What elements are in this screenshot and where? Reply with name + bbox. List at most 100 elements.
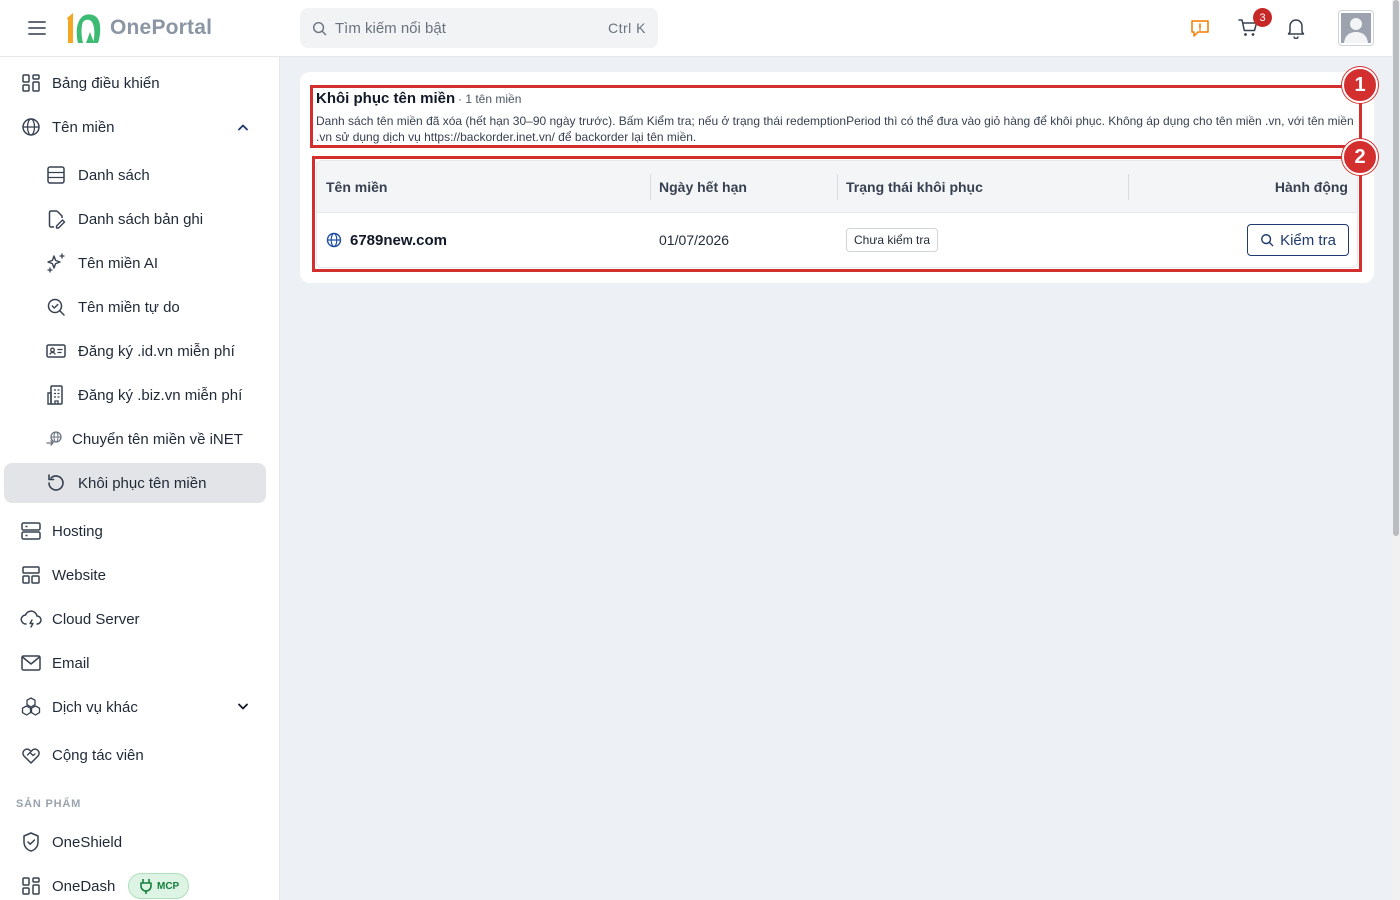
transfer-icon — [44, 428, 64, 450]
sidebar-item-label: Danh sách bản ghi — [78, 210, 204, 228]
sidebar-item-hosting[interactable]: Hosting — [4, 511, 266, 551]
sidebar-item-label: Dịch vụ khác — [52, 698, 138, 716]
column-divider — [1128, 174, 1129, 200]
global-search[interactable]: Ctrl K — [300, 8, 658, 48]
sidebar-item-label: Website — [52, 566, 106, 584]
page-description: Danh sách tên miền đã xóa (hết hạn 30–90… — [316, 114, 1354, 144]
file-edit-icon — [45, 208, 67, 230]
server-icon — [20, 520, 42, 542]
user-avatar[interactable] — [1338, 10, 1374, 46]
sidebar-item-label: Email — [52, 654, 90, 672]
chevron-down-icon — [236, 700, 250, 714]
sidebar-item-label: Cộng tác viên — [52, 746, 144, 764]
building-icon — [45, 384, 67, 406]
table-row: 6789new.com 01/07/2026 Chưa kiểm tra Kiể… — [317, 213, 1357, 267]
sidebar-item-label: Hosting — [52, 522, 103, 540]
table-header: Tên miền Ngày hết hạn Trạng thái khôi ph… — [317, 161, 1357, 213]
column-header-domain: Tên miền — [326, 179, 388, 195]
section-label-products: SẢN PHẨM — [16, 798, 82, 810]
page-scrollbar[interactable] — [1392, 0, 1400, 900]
column-divider — [650, 174, 651, 200]
cart-count-badge: 3 — [1253, 8, 1272, 27]
sidebar-item-domains[interactable]: Tên miền — [4, 107, 266, 147]
sidebar: Bảng điều khiển Tên miền Danh sách Danh … — [0, 57, 280, 900]
domain-name: 6789new.com — [350, 231, 447, 249]
sparkles-icon — [45, 252, 67, 274]
sidebar-item-register-biz-vn[interactable]: Đăng ký .biz.vn miễn phí — [4, 375, 266, 415]
sidebar-item-label: Chuyển tên miền về iNET — [72, 430, 243, 448]
check-button[interactable]: Kiểm tra — [1247, 224, 1349, 256]
sidebar-item-other-services[interactable]: Dịch vụ khác — [4, 687, 266, 727]
search-input[interactable] — [335, 19, 608, 37]
top-header: OnePortal Ctrl K 3 — [0, 0, 1400, 57]
search-shortcut-hint: Ctrl K — [608, 20, 646, 36]
sidebar-item-label: OneShield — [52, 833, 123, 851]
logo-text: OnePortal — [110, 16, 213, 39]
domain-count: · 1 tên miền — [458, 92, 522, 106]
domain-cell: 6789new.com — [326, 213, 447, 267]
chevron-up-icon — [236, 120, 250, 134]
sidebar-item-domain-list[interactable]: Danh sách — [4, 155, 266, 195]
restore-icon — [45, 472, 67, 494]
column-header-action: Hành động — [1274, 179, 1348, 195]
scrollbar-thumb[interactable] — [1393, 0, 1399, 536]
feedback-icon[interactable] — [1186, 14, 1214, 42]
user-silhouette-icon — [1341, 13, 1371, 43]
sidebar-item-register-id-vn[interactable]: Đăng ký .id.vn miễn phí — [4, 331, 266, 371]
column-divider — [837, 174, 838, 200]
sidebar-item-dashboard[interactable]: Bảng điều khiển — [4, 63, 266, 103]
sidebar-item-label: Khôi phục tên miền — [78, 474, 207, 492]
sidebar-item-dns-records[interactable]: Danh sách bản ghi — [4, 199, 266, 239]
list-icon — [45, 164, 67, 186]
sidebar-item-transfer-domain[interactable]: Chuyển tên miền về iNET — [4, 419, 266, 459]
restore-domain-card: Khôi phục tên miền · 1 tên miền Danh sác… — [300, 72, 1374, 283]
expiry-date: 01/07/2026 — [659, 232, 730, 248]
restore-domain-table: Tên miền Ngày hết hạn Trạng thái khôi ph… — [316, 160, 1358, 268]
column-header-restore-status: Trạng thái khôi phục — [846, 179, 983, 195]
search-check-icon — [45, 296, 67, 318]
sidebar-item-label: Cloud Server — [52, 610, 140, 628]
sidebar-item-email[interactable]: Email — [4, 643, 266, 683]
plug-icon — [140, 879, 152, 894]
mcp-badge: MCP — [128, 873, 189, 899]
sidebar-item-oneshield[interactable]: OneShield — [4, 822, 266, 862]
sidebar-item-label: Danh sách — [78, 166, 150, 184]
sidebar-item-label: OneDash — [52, 877, 116, 895]
cart-icon[interactable]: 3 — [1234, 8, 1272, 42]
globe-icon — [326, 232, 342, 248]
sidebar-item-website[interactable]: Website — [4, 555, 266, 595]
hamburger-menu-icon[interactable] — [24, 16, 50, 40]
mail-icon — [20, 652, 42, 674]
layout-icon — [20, 564, 42, 586]
sidebar-item-label: Tên miền tự do — [78, 298, 180, 316]
sidebar-item-label: Đăng ký .id.vn miễn phí — [78, 342, 235, 360]
column-header-expiry: Ngày hết hạn — [659, 179, 747, 195]
sidebar-item-onedash[interactable]: OneDash MCP — [4, 866, 266, 900]
search-icon — [312, 21, 327, 35]
sidebar-item-restore-domain[interactable]: Khôi phục tên miền — [4, 463, 266, 503]
id-card-icon — [45, 340, 67, 362]
sidebar-item-label: Đăng ký .biz.vn miễn phí — [78, 386, 243, 404]
boxes-icon — [20, 696, 42, 718]
sidebar-item-ai-domains[interactable]: Tên miền AI — [4, 243, 266, 283]
logo-mark-icon — [67, 13, 101, 43]
restore-status-cell: Chưa kiểm tra — [846, 213, 939, 267]
globe-icon — [20, 116, 42, 138]
annotation-marker-1: 1 — [1342, 67, 1378, 103]
bell-icon[interactable] — [1282, 14, 1310, 42]
sidebar-item-cloud-server[interactable]: Cloud Server — [4, 599, 266, 639]
annotation-marker-2: 2 — [1342, 139, 1378, 175]
mcp-badge-label: MCP — [157, 880, 180, 892]
page-title: Khôi phục tên miền — [316, 90, 456, 107]
shield-check-icon — [20, 831, 42, 853]
search-icon — [1261, 234, 1274, 247]
sidebar-item-label: Tên miền AI — [78, 254, 159, 272]
status-badge: Chưa kiểm tra — [846, 228, 939, 252]
app-logo[interactable]: OnePortal — [64, 10, 212, 46]
handshake-icon — [20, 744, 42, 766]
sidebar-item-affiliates[interactable]: Cộng tác viên — [4, 735, 266, 775]
cloud-icon — [20, 608, 42, 630]
dashboard-grid-icon — [20, 72, 42, 94]
check-button-label: Kiểm tra — [1280, 231, 1336, 249]
sidebar-item-free-domains[interactable]: Tên miền tự do — [4, 287, 266, 327]
